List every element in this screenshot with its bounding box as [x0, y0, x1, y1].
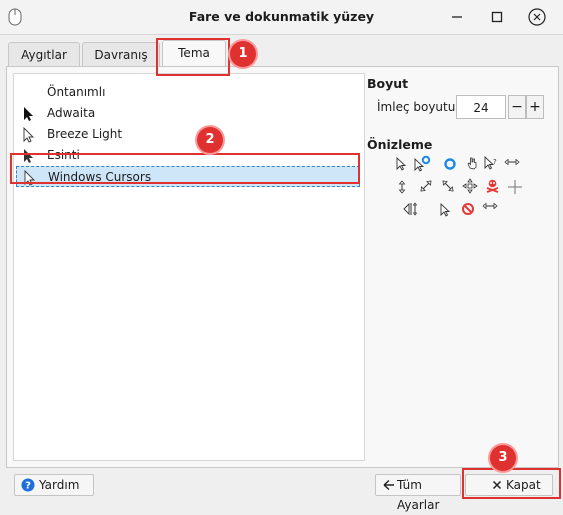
annotation-box-tab [156, 38, 230, 76]
cursor-size-label: İmleç boyutu: [377, 100, 460, 114]
list-item[interactable]: Adwaita [14, 103, 364, 124]
increase-size-button[interactable]: + [526, 95, 544, 119]
window-title: Fare ve dokunmatik yüzey [188, 9, 375, 24]
decrease-size-button[interactable]: − [508, 95, 526, 119]
minimize-icon [452, 16, 462, 18]
pirate-cursor-icon [486, 179, 499, 193]
list-item[interactable]: Öntanımlı [14, 82, 364, 103]
settings-pane: Boyut İmleç boyutu: 24 − + Önizleme ? [365, 67, 558, 327]
close-window-button[interactable] [526, 6, 548, 28]
title-bar: Fare ve dokunmatik yüzey [0, 0, 563, 35]
tab-devices[interactable]: Aygıtlar [8, 42, 80, 68]
annotation-badge-1: 1 [230, 41, 256, 67]
theme-label: Öntanımlı [47, 85, 106, 99]
horizontal-resize-small-cursor-icon [482, 202, 498, 210]
arrow-small-cursor-icon [440, 203, 451, 217]
theme-label: Adwaita [47, 106, 96, 120]
tab-behavior[interactable]: Davranış [82, 42, 160, 68]
list-item[interactable]: Breeze Light [14, 124, 364, 145]
help-icon: ? [21, 478, 35, 492]
busy-ring-cursor-icon [444, 158, 456, 170]
close-icon [528, 8, 546, 26]
horizontal-resize-cursor-icon [504, 158, 520, 166]
white-arrow-cursor-icon [23, 127, 35, 143]
theme-panel: Öntanımlı Adwaita Breeze Light Esinti Wi… [6, 66, 559, 468]
maximize-icon [491, 11, 503, 23]
tab-bar: Aygıtlar Davranış Tema [0, 34, 563, 68]
diagonal-resize-cursor-icon [420, 180, 432, 192]
svg-text:?: ? [25, 481, 31, 492]
link-cursor-icon [403, 202, 418, 216]
size-section-title: Boyut [367, 76, 409, 91]
preview-section-title: Önizleme [367, 137, 433, 152]
help-label: Yardım [39, 478, 80, 492]
crosshair-cursor-icon [508, 180, 522, 194]
diagonal-resize-alt-cursor-icon [442, 180, 454, 192]
arrow-left-icon [383, 479, 394, 491]
cursor-theme-list[interactable]: Öntanımlı Adwaita Breeze Light Esinti Wi… [13, 73, 365, 461]
hand-cursor-icon [467, 157, 477, 170]
help-button[interactable]: ? Yardım [14, 474, 94, 496]
help-cursor-icon: ? [484, 156, 497, 170]
annotation-box-close [462, 468, 561, 499]
busy-arrow-cursor-icon [414, 155, 431, 172]
annotation-badge-2: 2 [197, 127, 223, 153]
annotation-box-theme [10, 153, 360, 184]
all-settings-button[interactable]: Tüm Ayarlar [375, 474, 461, 512]
black-arrow-cursor-icon [24, 107, 33, 121]
arrow-cursor-icon [396, 157, 407, 171]
minimize-button[interactable] [446, 6, 468, 28]
maximize-button[interactable] [486, 6, 508, 28]
svg-text:?: ? [493, 158, 497, 166]
theme-label: Breeze Light [47, 127, 123, 141]
annotation-badge-3: 3 [490, 445, 516, 471]
move-cursor-icon [462, 178, 478, 194]
not-allowed-cursor-icon [462, 203, 474, 215]
vertical-resize-cursor-icon [398, 180, 406, 194]
cursor-size-input[interactable]: 24 [456, 95, 506, 119]
all-settings-label: Tüm Ayarlar [397, 478, 440, 512]
